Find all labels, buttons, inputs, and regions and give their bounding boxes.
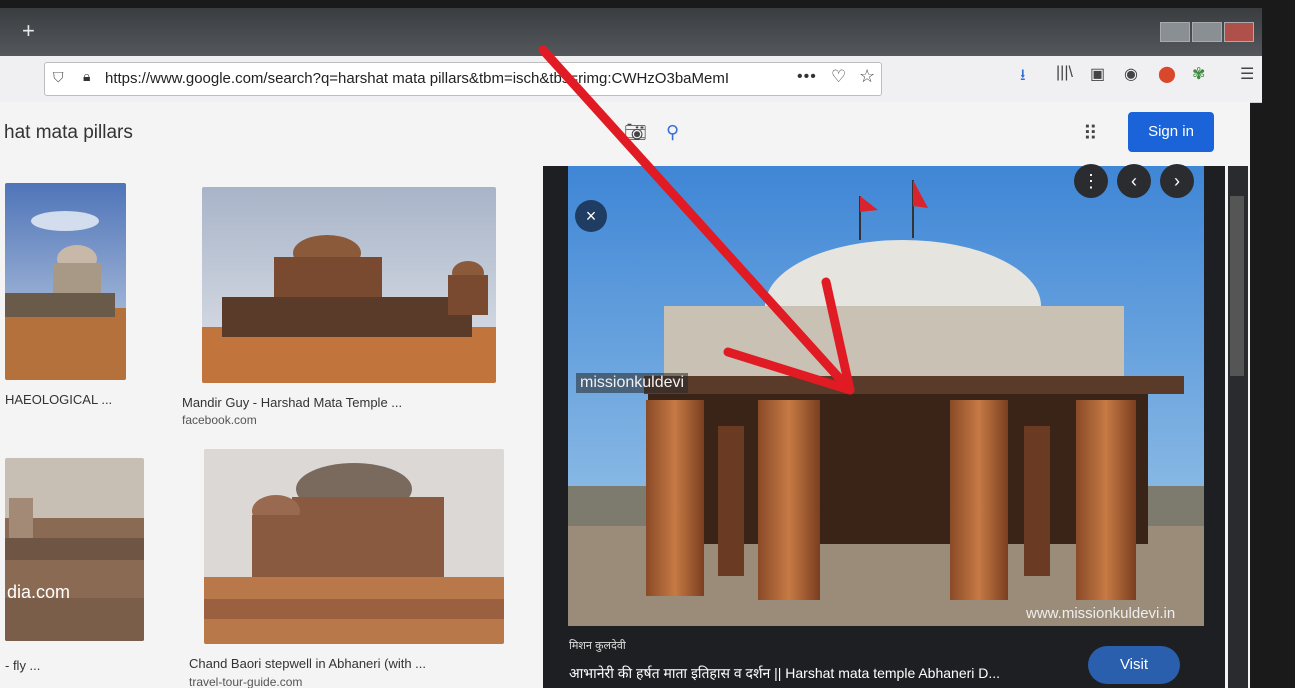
- red-arrow-annotation: [538, 45, 855, 395]
- photo-of-screen: + ⛉ 🔒︎ https://www.google.com/search?q=h…: [0, 0, 1295, 688]
